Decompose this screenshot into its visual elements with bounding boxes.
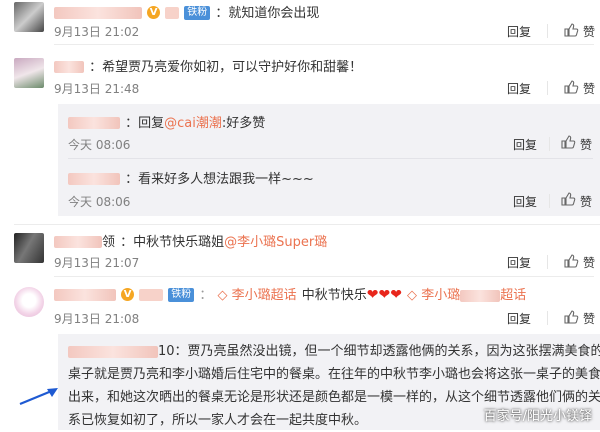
reply-button[interactable]: 回复	[507, 310, 531, 327]
reply-button[interactable]: 回复	[513, 136, 537, 153]
name-suffix[interactable]: 10	[158, 344, 175, 359]
comment-time: 9月13日 21:48	[54, 82, 140, 96]
username-blurred[interactable]	[68, 172, 120, 185]
comment-header: V 铁粉 ： ◇ 李小璐超话 中秋节快乐❤❤❤ ◇ 李小璐 超话	[54, 284, 526, 303]
comment-header: ：希望贾乃亮爱你如初，可以守护好你和甜馨！	[54, 56, 362, 75]
reply-button[interactable]: 回复	[507, 23, 531, 40]
username-blurred	[165, 6, 180, 19]
comment-header: V 铁粉 ：就知道你会出现	[54, 2, 319, 21]
nested-reply-header: ：看来好多人想法跟我一样~~~	[68, 168, 314, 187]
watermark: 百家号/阳光小镁铎	[483, 409, 592, 424]
nested-reply-header: ：回复@cai潮潮:好多赞	[68, 112, 265, 131]
like-label[interactable]: 赞	[583, 254, 595, 271]
reply-button[interactable]: 回复	[513, 193, 537, 210]
reply-text: :好多赞	[221, 116, 266, 131]
username-blurred[interactable]	[54, 60, 84, 73]
reply-time: 今天 08:06	[68, 138, 131, 152]
verified-icon: V	[147, 6, 161, 19]
mention-link[interactable]: @cai潮潮	[164, 116, 222, 131]
comment-time: 9月13日 21:07	[54, 256, 140, 270]
reply-button[interactable]: 回复	[507, 254, 531, 271]
username-suffix[interactable]: 领	[102, 235, 115, 250]
like-label[interactable]: 赞	[580, 193, 592, 210]
like-icon[interactable]	[563, 79, 579, 95]
like-label[interactable]: 赞	[580, 136, 592, 153]
supertopic-link[interactable]: ◇ 李小璐超话	[407, 288, 526, 303]
annotation-arrow-icon	[19, 388, 58, 406]
comment-time: 9月13日 21:08	[54, 312, 140, 326]
supertopic-link[interactable]: ◇ 李小璐超话	[217, 288, 296, 303]
supertopic-icon: ◇	[217, 288, 228, 303]
avatar[interactable]	[14, 233, 44, 263]
comment-header: 领 ：中秋节快乐璐姐@李小璐Super璐	[54, 231, 327, 250]
username-blurred[interactable]	[54, 6, 142, 19]
like-label[interactable]: 赞	[583, 310, 595, 327]
reply-time: 今天 08:06	[68, 195, 131, 209]
like-icon[interactable]	[563, 253, 579, 269]
like-label[interactable]: 赞	[583, 80, 595, 97]
like-label[interactable]: 赞	[583, 23, 595, 40]
comment-text: ：就知道你会出现	[215, 6, 320, 21]
avatar[interactable]	[14, 2, 44, 32]
comment-text: 中秋节快乐	[301, 288, 367, 303]
reply-button[interactable]: 回复	[507, 80, 531, 97]
reply-prefix: ：回复	[125, 116, 165, 131]
fan-badge: 铁粉	[184, 5, 211, 20]
like-icon[interactable]	[563, 309, 579, 325]
supertopic-icon: ◇	[407, 288, 418, 303]
username-blurred[interactable]	[68, 116, 120, 129]
username-blurred[interactable]	[54, 288, 116, 301]
reply-text: ：看来好多人想法跟我一样~~~	[125, 172, 314, 187]
heart-icon: ❤❤❤	[366, 287, 402, 303]
verified-icon: V	[121, 288, 135, 301]
comment-text: ：希望贾乃亮爱你如初，可以守护好你和甜馨！	[89, 60, 363, 75]
comment-text: ：中秋节快乐璐姐	[120, 235, 225, 250]
fan-badge: 铁粉	[168, 287, 195, 302]
avatar[interactable]	[14, 58, 44, 88]
like-icon[interactable]	[560, 191, 576, 207]
username-blurred[interactable]	[54, 235, 102, 248]
like-icon[interactable]	[560, 134, 576, 150]
like-icon[interactable]	[563, 22, 579, 38]
username-blurred	[139, 288, 164, 301]
avatar[interactable]	[14, 287, 44, 317]
username-blurred[interactable]	[68, 345, 158, 358]
reply-line: 桌子就是贾乃亮和李小璐婚后住宅中的餐桌。在往年的中秋节李小璐也会将这张一桌子的美…	[68, 367, 600, 382]
mention-link[interactable]: @李小璐Super璐	[224, 235, 327, 250]
reply-line: ：贾乃亮虽然没出镜，但一个细节却透露他俩的关系，因为这张摆满美食的	[174, 344, 600, 359]
comment-time: 9月13日 21:02	[54, 25, 140, 39]
